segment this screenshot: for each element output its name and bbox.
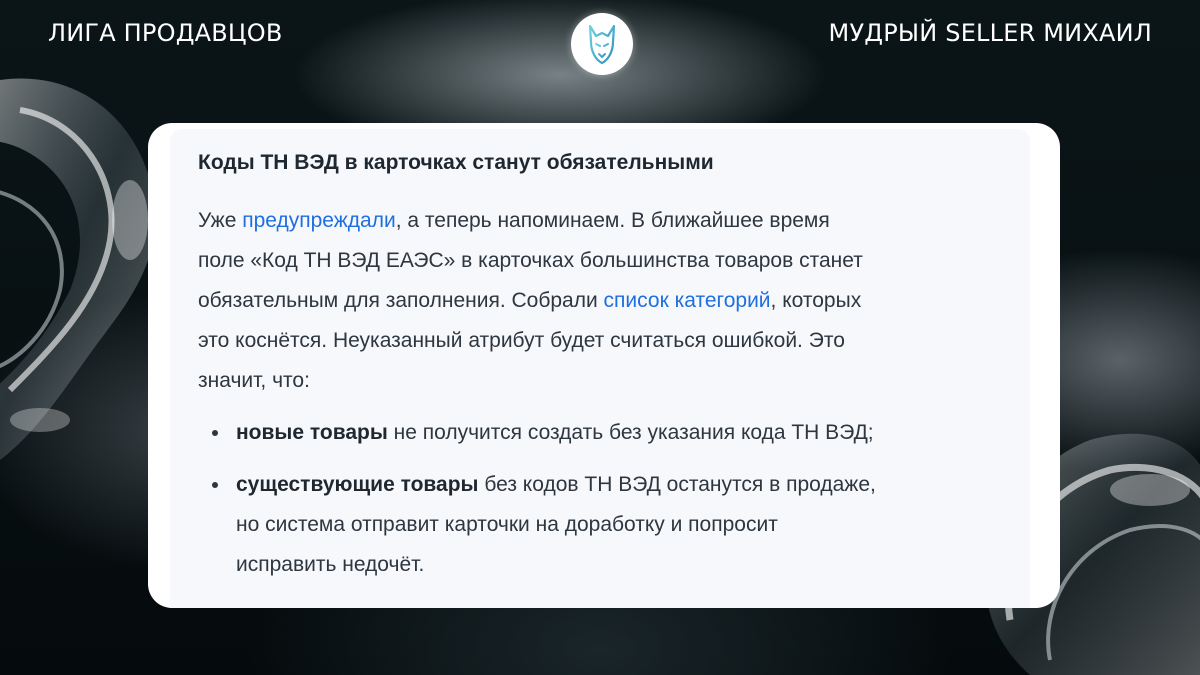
warned-link[interactable]: предупреждали bbox=[242, 209, 395, 232]
bullet-line: но система отправит карточки на доработк… bbox=[236, 513, 778, 536]
list-item: существующие товары без кодов ТН ВЭД ост… bbox=[198, 465, 1030, 585]
bullet-line: новые товары не получится создать без ук… bbox=[236, 413, 1030, 453]
bullet-list: новые товары не получится создать без ук… bbox=[198, 413, 1030, 585]
author-title: МУДРЫЙ SELLER МИХАИЛ bbox=[828, 19, 1152, 47]
text-span: Уже bbox=[198, 209, 243, 232]
bullet-line: существующие товары без кодов ТН ВЭД ост… bbox=[236, 465, 1030, 505]
text-span: , которых bbox=[770, 289, 862, 312]
bullet-dot-icon bbox=[212, 430, 218, 436]
article-card: Коды ТН ВЭД в карточках станут обязатель… bbox=[148, 123, 1060, 608]
bullet-dot-icon bbox=[212, 482, 218, 488]
text-span: , а теперь напоминаем. В ближайшее время bbox=[395, 209, 830, 232]
article-paragraph: Уже предупреждали, а теперь напоминаем. … bbox=[198, 201, 1030, 401]
brand-title: ЛИГА ПРОДАВЦОВ bbox=[48, 19, 283, 47]
paragraph-line-5: значит, что: bbox=[198, 369, 310, 392]
bullet-line: исправить недочёт. bbox=[236, 553, 425, 576]
paragraph-line-4: это коснётся. Неуказанный атрибут будет … bbox=[198, 329, 845, 352]
text-span: без кодов ТН ВЭД останутся в продаже, bbox=[478, 473, 876, 496]
bullet-bold-text: новые товары bbox=[236, 421, 388, 444]
wolf-head-icon bbox=[571, 13, 633, 75]
paragraph-line-2: поле «Код ТН ВЭД ЕАЭС» в карточках больш… bbox=[198, 249, 863, 272]
paragraph-line-1: Уже предупреждали, а теперь напоминаем. … bbox=[198, 201, 1030, 241]
article-content: Коды ТН ВЭД в карточках станут обязатель… bbox=[170, 129, 1030, 608]
text-span: не получится создать без указания кода Т… bbox=[387, 421, 874, 444]
article-title: Коды ТН ВЭД в карточках станут обязатель… bbox=[198, 151, 714, 174]
text-span: обязательным для заполнения. Собрали bbox=[198, 289, 604, 312]
paragraph-line-3: обязательным для заполнения. Собрали спи… bbox=[198, 281, 1030, 321]
category-list-link[interactable]: список категорий bbox=[604, 289, 771, 312]
list-item: новые товары не получится создать без ук… bbox=[198, 413, 1030, 453]
bullet-bold-text: существующие товары bbox=[236, 473, 479, 496]
